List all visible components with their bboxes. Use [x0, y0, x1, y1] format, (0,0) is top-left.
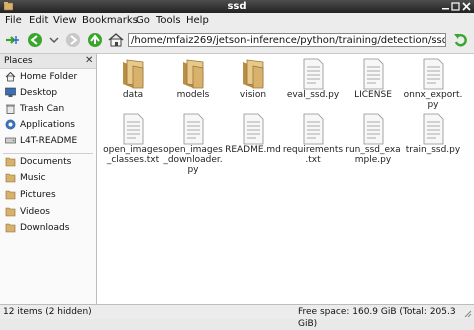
add-tab-icon[interactable]	[4, 31, 22, 49]
file-name: README.md	[225, 145, 281, 155]
sidebar-item-label: Home Folder	[20, 72, 78, 82]
file-name: LICENSE	[354, 90, 392, 100]
file-item[interactable]: open_images _classes.txt	[101, 111, 165, 171]
places-header: Places ✕	[0, 54, 96, 69]
window-titlebar: ssd	[0, 0, 474, 13]
back-icon[interactable]	[26, 31, 44, 49]
desktop-icon	[5, 87, 16, 97]
folder-icon	[5, 173, 16, 183]
sidebar-item-label: Trash Can	[20, 104, 65, 114]
status-bar: 12 items (2 hidden) Free space: 160.9 Gi…	[0, 304, 474, 329]
file-item[interactable]: run_ssd_exa mple.py	[341, 111, 405, 171]
text-file-icon	[183, 113, 204, 145]
sidebar-item-videos[interactable]: Videos	[0, 204, 96, 220]
sidebar-item-applications[interactable]: Applications	[0, 117, 96, 133]
sidebar-item-documents[interactable]: Documents	[0, 154, 96, 170]
file-item[interactable]: vision	[221, 56, 285, 116]
file-name: open_images _downloader. py	[163, 145, 223, 175]
file-item[interactable]: data	[101, 56, 165, 116]
file-name: eval_ssd.py	[286, 90, 340, 100]
applications-icon	[5, 119, 16, 130]
folder-icon	[183, 59, 204, 89]
free-space: Free space: 160.9 GiB (Total: 205.3 GiB)	[298, 307, 456, 329]
toolbar: /home/mfaiz269/jetson-inference/python/t…	[0, 28, 474, 54]
drive-icon	[5, 137, 16, 144]
text-file-icon	[303, 113, 324, 145]
menu-tools[interactable]: Tools	[156, 13, 181, 28]
menu-bar: File Edit View Bookmarks Go Tools Help	[0, 13, 474, 28]
file-item[interactable]: LICENSE	[341, 56, 405, 116]
sidebar-item-l4t-readme[interactable]: L4T-README	[0, 133, 96, 149]
close-icon[interactable]	[462, 2, 471, 11]
file-item[interactable]: README.md	[221, 111, 285, 171]
file-name: train_ssd.py	[405, 145, 461, 155]
text-file-icon	[243, 113, 264, 145]
menu-file[interactable]: File	[5, 13, 22, 28]
folder-icon	[5, 223, 16, 233]
sidebar-item-label: Videos	[20, 207, 50, 217]
trash-icon	[6, 104, 15, 114]
text-file-icon	[303, 58, 324, 90]
maximize-icon[interactable]	[451, 2, 460, 11]
folder-icon	[5, 157, 16, 167]
file-name: vision	[239, 90, 267, 100]
sidebar-item-trash-can[interactable]: Trash Can	[0, 101, 96, 117]
file-item[interactable]: onnx_export. py	[401, 56, 465, 116]
close-icon[interactable]: ✕	[85, 55, 93, 67]
file-name: run_ssd_exa mple.py	[345, 145, 401, 165]
sidebar-item-label: Applications	[20, 120, 75, 130]
sidebar-item-label: Documents	[20, 157, 72, 167]
file-name: onnx_export. py	[403, 90, 463, 110]
menu-bookmarks[interactable]: Bookmarks	[82, 13, 138, 28]
file-name: models	[176, 90, 210, 100]
sidebar-item-desktop[interactable]: Desktop	[0, 85, 96, 101]
home-icon[interactable]	[107, 31, 125, 49]
file-item[interactable]: models	[161, 56, 225, 116]
path-input[interactable]: /home/mfaiz269/jetson-inference/python/t…	[128, 33, 446, 47]
back-menu-icon[interactable]	[45, 31, 63, 49]
sidebar-item-label: Desktop	[20, 88, 58, 98]
menu-edit[interactable]: Edit	[29, 13, 48, 28]
folder-icon	[243, 59, 264, 89]
file-item[interactable]: train_ssd.py	[401, 111, 465, 171]
folder-icon	[5, 207, 16, 217]
folder-icon	[5, 190, 16, 200]
sidebar-item-music[interactable]: Music	[0, 170, 96, 186]
refresh-icon[interactable]	[452, 31, 470, 49]
menu-view[interactable]: View	[53, 13, 77, 28]
sidebar-item-pictures[interactable]: Pictures	[0, 187, 96, 203]
sidebar-item-label: Music	[20, 173, 46, 183]
file-name: requirements .txt	[282, 145, 344, 165]
sidebar-item-label: Pictures	[20, 190, 56, 200]
up-icon[interactable]	[86, 31, 104, 49]
text-file-icon	[423, 58, 444, 90]
sidebar-item-home-folder[interactable]: Home Folder	[0, 69, 96, 85]
text-file-icon	[423, 113, 444, 145]
file-item[interactable]: open_images _downloader. py	[161, 111, 225, 175]
file-name: data	[122, 90, 144, 100]
text-file-icon	[123, 113, 144, 145]
file-item[interactable]: requirements .txt	[281, 111, 345, 171]
resize-grip-icon[interactable]	[462, 308, 472, 318]
places-title: Places	[4, 56, 33, 66]
file-view: data models vision eval_ssd.py LICENSE o…	[97, 54, 474, 304]
sidebar-item-label: Downloads	[20, 223, 70, 233]
forward-icon[interactable]	[64, 31, 82, 49]
home-icon	[5, 71, 16, 82]
menu-help[interactable]: Help	[186, 13, 209, 28]
window-title: ssd	[227, 1, 247, 12]
places-sidebar: Places ✕ Home Folder Desktop Trash Can A…	[0, 54, 97, 304]
minimize-icon[interactable]	[441, 2, 450, 11]
text-file-icon	[363, 58, 384, 90]
menu-go[interactable]: Go	[136, 13, 150, 28]
text-file-icon	[363, 113, 384, 145]
item-count: 12 items (2 hidden)	[3, 307, 92, 317]
file-item[interactable]: eval_ssd.py	[281, 56, 345, 116]
sidebar-item-label: L4T-README	[20, 136, 78, 146]
folder-icon	[123, 59, 144, 89]
sidebar-item-downloads[interactable]: Downloads	[0, 220, 96, 236]
file-name: open_images _classes.txt	[103, 145, 163, 165]
